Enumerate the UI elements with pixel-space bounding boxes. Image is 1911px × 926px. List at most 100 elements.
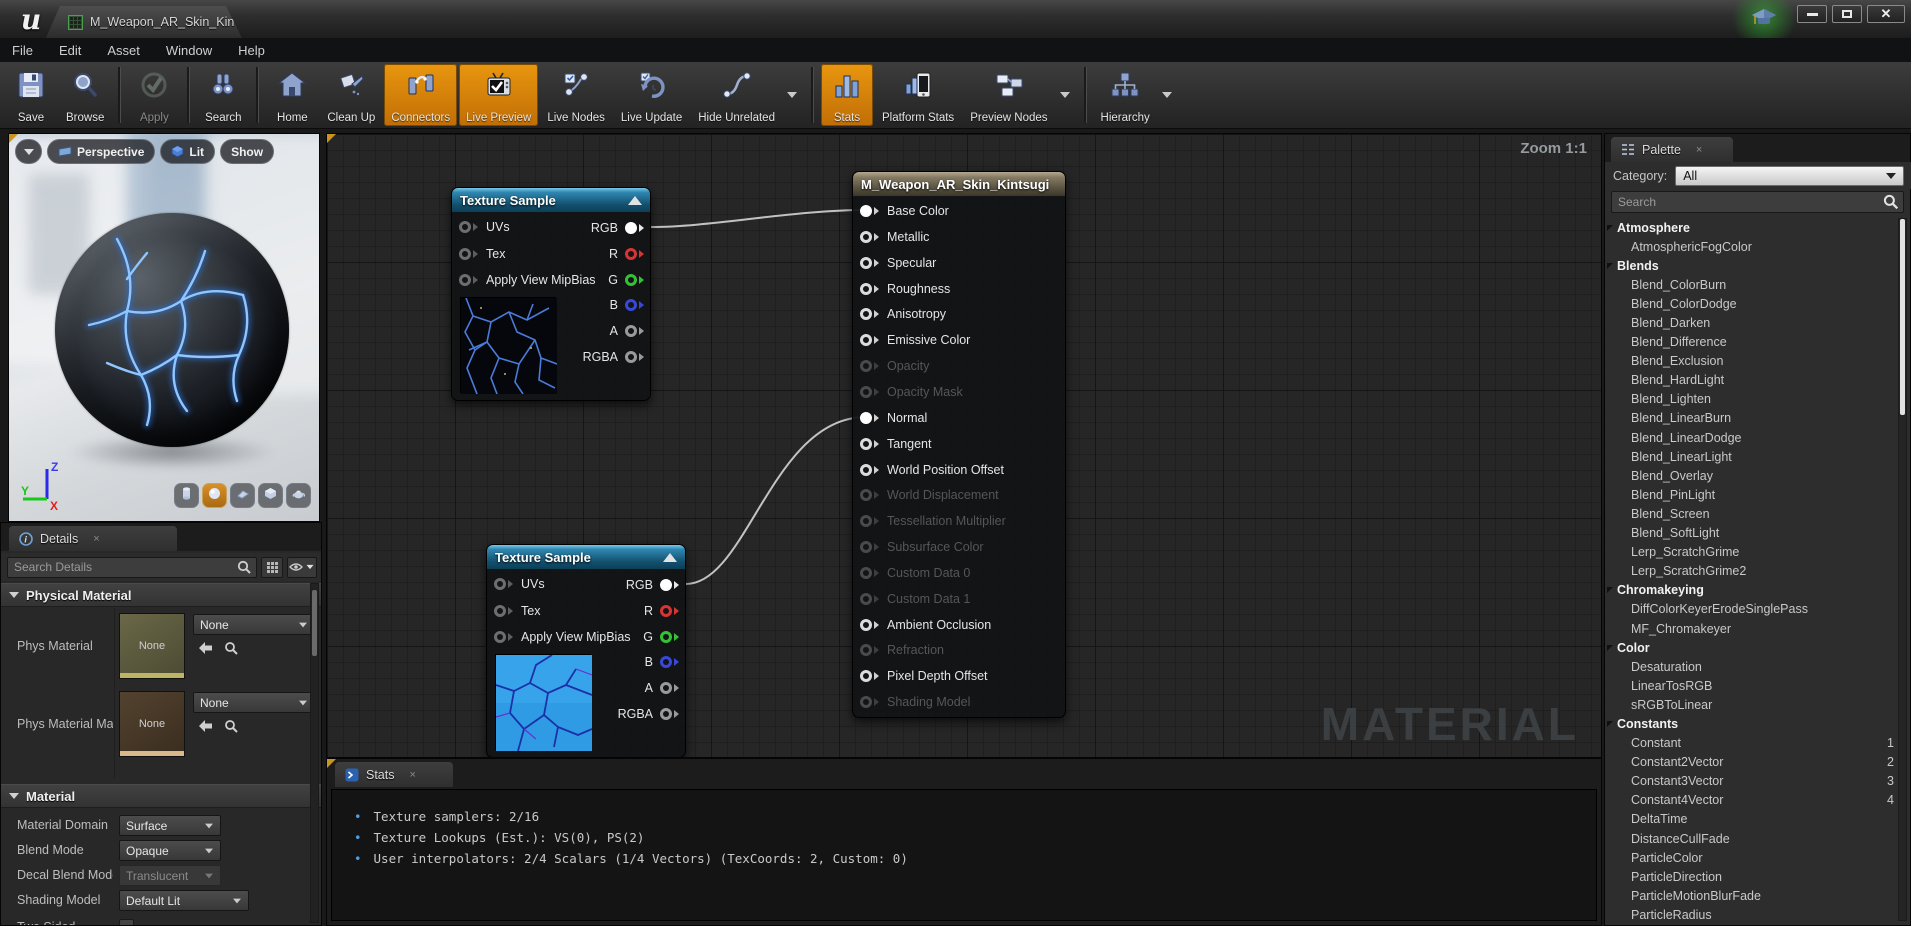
category-dropdown[interactable]: All <box>1675 165 1904 186</box>
material-pin-base-color[interactable]: Base Color <box>860 201 949 221</box>
maximize-button[interactable] <box>1832 5 1862 23</box>
phys-material-asset-dropdown[interactable]: None <box>193 614 315 635</box>
texture-sample-header[interactable]: Texture Sample <box>452 188 650 212</box>
perspective-button[interactable]: Perspective <box>47 139 156 164</box>
input-pin-tex[interactable]: Tex <box>459 244 505 264</box>
palette-item-constant4vector[interactable]: Constant4Vector 4 <box>1605 791 1910 810</box>
palette-item-constant3vector[interactable]: Constant3Vector 3 <box>1605 772 1910 791</box>
palette-item-particlecolor[interactable]: ParticleColor <box>1605 848 1910 867</box>
details-search-input[interactable] <box>8 560 237 574</box>
toolbar-hierarchy-button[interactable]: Hierarchy <box>1094 64 1157 126</box>
shape-button-cylinder[interactable] <box>174 483 199 508</box>
palette-item-blend-lighten[interactable]: Blend_Lighten <box>1605 390 1910 409</box>
toolbar-hide-unrelated-button[interactable]: Hide Unrelated <box>691 64 782 126</box>
window-close-button[interactable]: ✕ <box>1867 5 1905 23</box>
output-pin-r[interactable]: R <box>609 244 644 264</box>
two-sided-checkbox[interactable] <box>119 919 134 925</box>
toolbar-live-update-button[interactable]: Live Update <box>614 64 689 126</box>
output-pin-g[interactable]: G <box>643 627 679 647</box>
palette-item-blend-colordodge[interactable]: Blend_ColorDodge <box>1605 294 1910 313</box>
shape-button-cube[interactable] <box>258 483 283 508</box>
output-pin-rgb[interactable]: RGB <box>591 218 644 238</box>
material-node-header[interactable]: M_Weapon_AR_Skin_Kintsugi <box>853 172 1065 196</box>
tab-close-icon[interactable]: × <box>248 15 255 29</box>
palette-item-lerp-scratchgrime2[interactable]: Lerp_ScratchGrime2 <box>1605 562 1910 581</box>
input-pin-apply-view-mipbias[interactable]: Apply View MipBias <box>494 627 631 647</box>
menu-window[interactable]: Window <box>166 43 212 58</box>
menu-asset[interactable]: Asset <box>107 43 140 58</box>
material-pin-metallic[interactable]: Metallic <box>860 227 929 247</box>
palette-item-particledirection[interactable]: ParticleDirection <box>1605 867 1910 886</box>
material-pin-anisotropy[interactable]: Anisotropy <box>860 304 946 324</box>
toolbar-preview-nodes-button[interactable]: Preview Nodes <box>963 64 1054 126</box>
palette-item-constant[interactable]: Constant 1 <box>1605 734 1910 753</box>
physical-material-section-header[interactable]: Physical Material <box>1 583 321 607</box>
toolbar-live-nodes-button[interactable]: Live Nodes <box>540 64 612 126</box>
output-pin-a[interactable]: A <box>645 678 679 698</box>
palette-category-constants[interactable]: Constants <box>1605 714 1910 733</box>
toolbar-search-button[interactable]: Search <box>197 64 249 126</box>
output-pin-g[interactable]: G <box>608 270 644 290</box>
phys-material-thumbnail[interactable]: None <box>119 613 185 679</box>
palette-item-blend-colorburn[interactable]: Blend_ColorBurn <box>1605 275 1910 294</box>
blend-mode-dropdown[interactable]: Opaque <box>119 840 221 861</box>
palette-item-blend-hardlight[interactable]: Blend_HardLight <box>1605 371 1910 390</box>
toolbar-live-preview-button[interactable]: Live Preview <box>459 64 539 126</box>
material-graph-panel[interactable]: Zoom 1:1 MATERIAL Texture Sample UVs Tex Ap… <box>326 133 1602 758</box>
material-pin-world-position-offset[interactable]: World Position Offset <box>860 460 1004 480</box>
material-pin-ambient-occlusion[interactable]: Ambient Occlusion <box>860 615 991 635</box>
output-pin-r[interactable]: R <box>644 601 679 621</box>
palette-item-distancecullfade[interactable]: DistanceCullFade <box>1605 829 1910 848</box>
palette-item-diffcolorkeyererodesinglepass[interactable]: DiffColorKeyerErodeSinglePass <box>1605 600 1910 619</box>
palette-item-blend-linearlight[interactable]: Blend_LinearLight <box>1605 447 1910 466</box>
details-close-icon[interactable]: × <box>93 533 99 545</box>
menu-file[interactable]: File <box>12 43 33 58</box>
texture-sample-node-2[interactable]: Texture Sample UVs Tex Apply View MipBias RG… <box>486 544 686 757</box>
menu-edit[interactable]: Edit <box>59 43 81 58</box>
palette-item-lerp-scratchgrime[interactable]: Lerp_ScratchGrime <box>1605 543 1910 562</box>
palette-search-input[interactable] <box>1612 195 1883 209</box>
material-pin-roughness[interactable]: Roughness <box>860 279 950 299</box>
lit-mode-button[interactable]: Lit <box>160 139 216 164</box>
collapse-arrow-icon[interactable] <box>628 195 642 205</box>
palette-item-blend-exclusion[interactable]: Blend_Exclusion <box>1605 352 1910 371</box>
input-pin-tex[interactable]: Tex <box>494 601 540 621</box>
details-search-box[interactable] <box>7 556 257 578</box>
material-pin-normal[interactable]: Normal <box>860 408 927 428</box>
palette-category-chromakeying[interactable]: Chromakeying <box>1605 581 1910 600</box>
toolbar-clean-up-button[interactable]: Clean Up <box>320 64 382 126</box>
palette-item-srgbtolinear[interactable]: sRGBToLinear <box>1605 695 1910 714</box>
texture-sample-node-1[interactable]: Texture Sample UVs Tex Apply View MipBias RG… <box>451 187 651 401</box>
stats-tab[interactable]: Stats × <box>335 762 453 787</box>
palette-item-particlemotionblurfade[interactable]: ParticleMotionBlurFade <box>1605 886 1910 905</box>
input-pin-uvs[interactable]: UVs <box>494 574 545 594</box>
palette-search-box[interactable] <box>1611 191 1904 213</box>
output-pin-b[interactable]: B <box>645 652 679 672</box>
material-section-header[interactable]: Material <box>1 784 321 808</box>
shape-button-plane[interactable] <box>230 483 255 508</box>
shape-button-teapot[interactable] <box>286 483 311 508</box>
palette-item-desaturation[interactable]: Desaturation <box>1605 657 1910 676</box>
input-pin-uvs[interactable]: UVs <box>459 217 510 237</box>
details-scrollbar-thumb[interactable] <box>312 590 317 656</box>
material-pin-emissive-color[interactable]: Emissive Color <box>860 330 970 350</box>
palette-item-blend-screen[interactable]: Blend_Screen <box>1605 504 1910 523</box>
palette-category-blends[interactable]: Blends <box>1605 256 1910 275</box>
output-pin-a[interactable]: A <box>610 321 644 341</box>
shape-button-sphere[interactable] <box>202 483 227 508</box>
toolbar-connectors-button[interactable]: Connectors <box>384 64 458 126</box>
asset-document-tab[interactable]: M_Weapon_AR_Skin_Kin* × <box>46 6 242 38</box>
toolbar-hide-unrelated-dropdown[interactable] <box>786 92 797 98</box>
input-pin-apply-view-mipbias[interactable]: Apply View MipBias <box>459 270 596 290</box>
material-pin-specular[interactable]: Specular <box>860 253 936 273</box>
palette-item-blend-pinlight[interactable]: Blend_PinLight <box>1605 485 1910 504</box>
output-pin-rgba[interactable]: RGBA <box>583 347 644 367</box>
use-selected-asset-button[interactable] <box>197 641 214 661</box>
palette-item-blend-softlight[interactable]: Blend_SoftLight <box>1605 524 1910 543</box>
view-options-button[interactable] <box>287 556 317 578</box>
output-pin-rgb[interactable]: RGB <box>626 575 679 595</box>
phys-material-ma-thumbnail[interactable]: None <box>119 691 185 757</box>
toolbar-preview-nodes-dropdown[interactable] <box>1059 92 1070 98</box>
material-pin-tangent[interactable]: Tangent <box>860 434 931 454</box>
palette-item-blend-overlay[interactable]: Blend_Overlay <box>1605 466 1910 485</box>
